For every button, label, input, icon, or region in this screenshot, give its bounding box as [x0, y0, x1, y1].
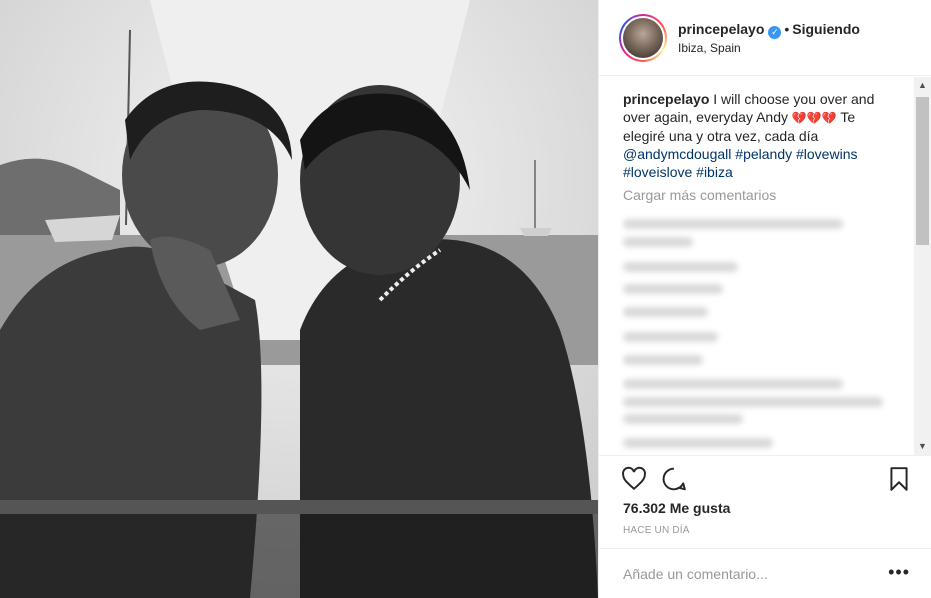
- post-timestamp[interactable]: HACE UN DÍA: [623, 525, 690, 536]
- post-header: princepelayo ✓ • Siguiendo Ibiza, Spain: [599, 0, 931, 76]
- scrollbar-thumb[interactable]: [916, 97, 929, 245]
- post-actions: [599, 455, 931, 500]
- add-comment-section: •••: [599, 548, 931, 598]
- location-link[interactable]: Ibiza, Spain: [678, 41, 741, 55]
- comment-bubble-icon[interactable]: [661, 466, 687, 492]
- verified-badge-icon: ✓: [768, 26, 782, 39]
- header-user-line: princepelayo ✓ • Siguiendo: [678, 21, 860, 39]
- bookmark-icon[interactable]: [886, 466, 912, 492]
- post-side-panel: princepelayo ✓ • Siguiendo Ibiza, Spain pri…: [598, 0, 931, 598]
- load-more-comments-button[interactable]: Cargar más comentarios: [623, 187, 776, 203]
- header-username-link[interactable]: princepelayo: [678, 21, 764, 37]
- mention-link[interactable]: @andymcdougall: [623, 146, 731, 162]
- scroll-up-arrow-icon[interactable]: ▲: [914, 77, 931, 94]
- blurred-comment: [623, 355, 703, 365]
- more-options-icon[interactable]: •••: [888, 562, 910, 583]
- hashtag-link[interactable]: #ibiza: [696, 164, 733, 180]
- hashtag-link[interactable]: #loveislove: [623, 164, 692, 180]
- hashtag-link[interactable]: #pelandy: [735, 146, 792, 162]
- blurred-comment: [623, 438, 773, 448]
- separator-dot: •: [784, 21, 790, 37]
- photo-illustration: [0, 0, 598, 598]
- scroll-down-arrow-icon[interactable]: ▼: [914, 438, 931, 455]
- blurred-comment: [623, 307, 708, 317]
- blurred-comment: [623, 332, 718, 342]
- blurred-comment: [623, 237, 693, 247]
- comments-list[interactable]: princepelayo I will choose you over and …: [599, 77, 931, 455]
- comments-scrollbar[interactable]: ▲ ▼: [914, 77, 931, 455]
- following-button[interactable]: Siguiendo: [792, 21, 860, 37]
- blurred-comment: [623, 379, 843, 389]
- blurred-comment: [623, 262, 738, 272]
- likes-count[interactable]: 76.302 Me gusta: [623, 500, 730, 516]
- post-caption: princepelayo I will choose you over and …: [623, 90, 895, 181]
- hashtag-link[interactable]: #lovewins: [796, 146, 857, 162]
- comment-input[interactable]: [623, 563, 873, 585]
- post-photo[interactable]: [0, 0, 598, 598]
- blurred-comment: [623, 219, 843, 229]
- heart-outline-icon[interactable]: [621, 466, 647, 492]
- blurred-comment: [623, 397, 883, 407]
- caption-username-link[interactable]: princepelayo: [623, 91, 709, 107]
- broken-hearts-emoji: 💔💔💔: [791, 111, 837, 125]
- avatar-image: [623, 18, 663, 58]
- blurred-comment: [623, 284, 723, 294]
- blurred-comment: [623, 414, 743, 424]
- profile-avatar[interactable]: [619, 14, 667, 62]
